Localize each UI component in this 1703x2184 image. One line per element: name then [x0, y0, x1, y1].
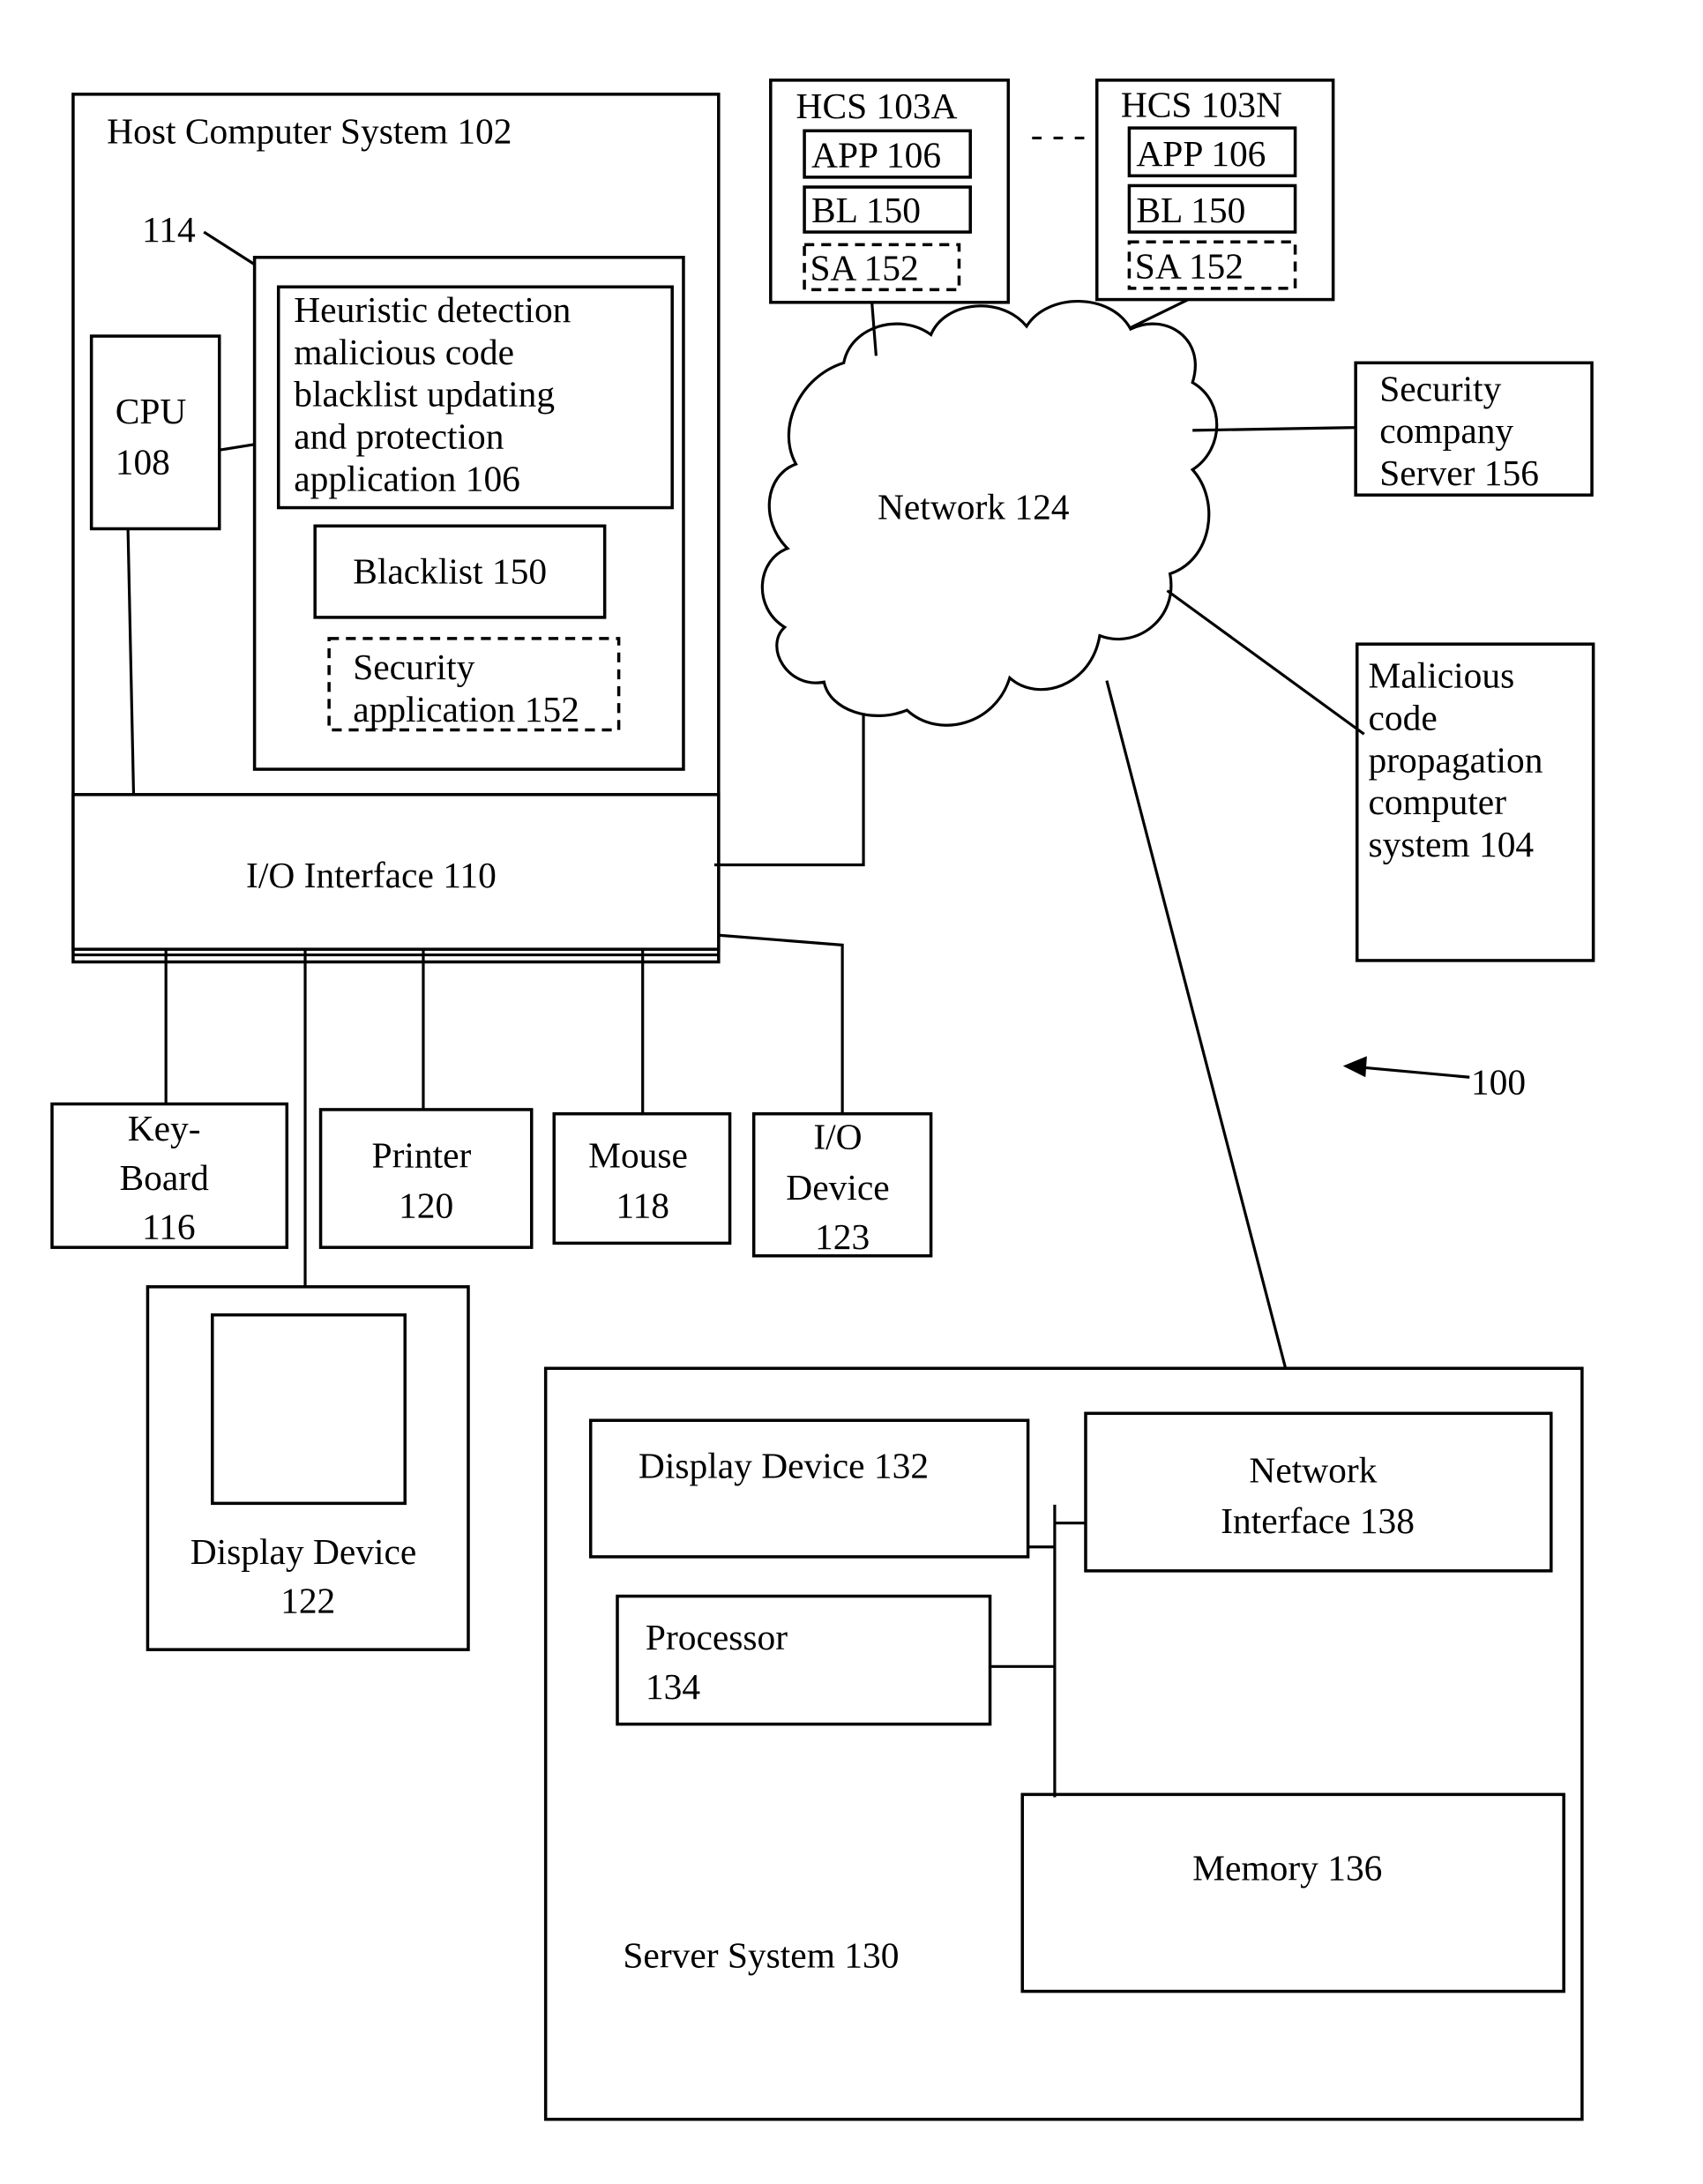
- cpu-box: [89, 334, 221, 531]
- hcs-103n-bl: BL 150: [1136, 190, 1245, 230]
- server-system: Server System 130 Display Device 132 Net…: [543, 1366, 1584, 2121]
- security-company-server: Security company Server 156: [1354, 361, 1594, 497]
- arrow-left-icon: [1342, 1056, 1367, 1078]
- malicious-code-system: Malicious code propagation computer syst…: [1355, 642, 1595, 962]
- hcs-103a-bl: BL 150: [811, 190, 921, 230]
- memory-ref-label: 114: [142, 209, 196, 250]
- hcs-103n-title: HCS 103N: [1121, 84, 1282, 124]
- display-132-box: [588, 1418, 1030, 1559]
- keyboard: Key- Board 116: [50, 1102, 289, 1249]
- display-122-screen: [211, 1313, 407, 1506]
- system-diagram: Host Computer System 102 114 Heuristic d…: [50, 79, 1595, 2121]
- hcs-ellipsis: - - -: [1031, 114, 1086, 154]
- hcs-103a-title: HCS 103A: [796, 86, 958, 126]
- io-device-link: [718, 933, 844, 1114]
- network-label: Network 124: [878, 486, 1070, 527]
- figure-ref-100: 100: [1342, 1056, 1526, 1102]
- mouse: Mouse 118: [552, 1111, 732, 1245]
- host-network-link: [714, 706, 865, 867]
- malicious-system-link: [1166, 589, 1365, 736]
- blacklist-label: Blacklist 150: [353, 551, 547, 592]
- host-title: Host Computer System 102: [107, 111, 512, 152]
- hcs-103n: HCS 103N APP 106 BL 150 SA 152: [1094, 79, 1335, 302]
- hcs-103a-sa: SA 152: [810, 247, 918, 288]
- hcs-103n-app: APP 106: [1136, 133, 1266, 174]
- printer-box: [318, 1108, 534, 1249]
- figure-ref-label: 100: [1471, 1061, 1526, 1102]
- network-cloud: Network 124: [760, 300, 1219, 727]
- io-interface-label: I/O Interface 110: [246, 855, 497, 895]
- host-computer-system: Host Computer System 102 114 Heuristic d…: [71, 93, 721, 964]
- display-device-122: Display Device 122: [146, 1285, 470, 1651]
- printer: Printer 120: [318, 1108, 534, 1249]
- memory-136-box: [1020, 1792, 1565, 1993]
- hcs-103a-app: APP 106: [811, 135, 941, 176]
- hcs-103n-sa: SA 152: [1135, 246, 1244, 287]
- hcs-103a: HCS 103A APP 106 BL 150 SA 152: [769, 79, 1011, 304]
- memory-136-label: Memory 136: [1192, 1848, 1382, 1889]
- io-device: I/O Device 123: [751, 1111, 933, 1258]
- server-system-title: Server System 130: [623, 1934, 899, 1975]
- network-server-link: [1105, 680, 1300, 1417]
- ref-arrow-line: [1361, 1066, 1470, 1079]
- network-interface-box: [1084, 1411, 1553, 1573]
- display-132-label: Display Device 132: [639, 1446, 929, 1486]
